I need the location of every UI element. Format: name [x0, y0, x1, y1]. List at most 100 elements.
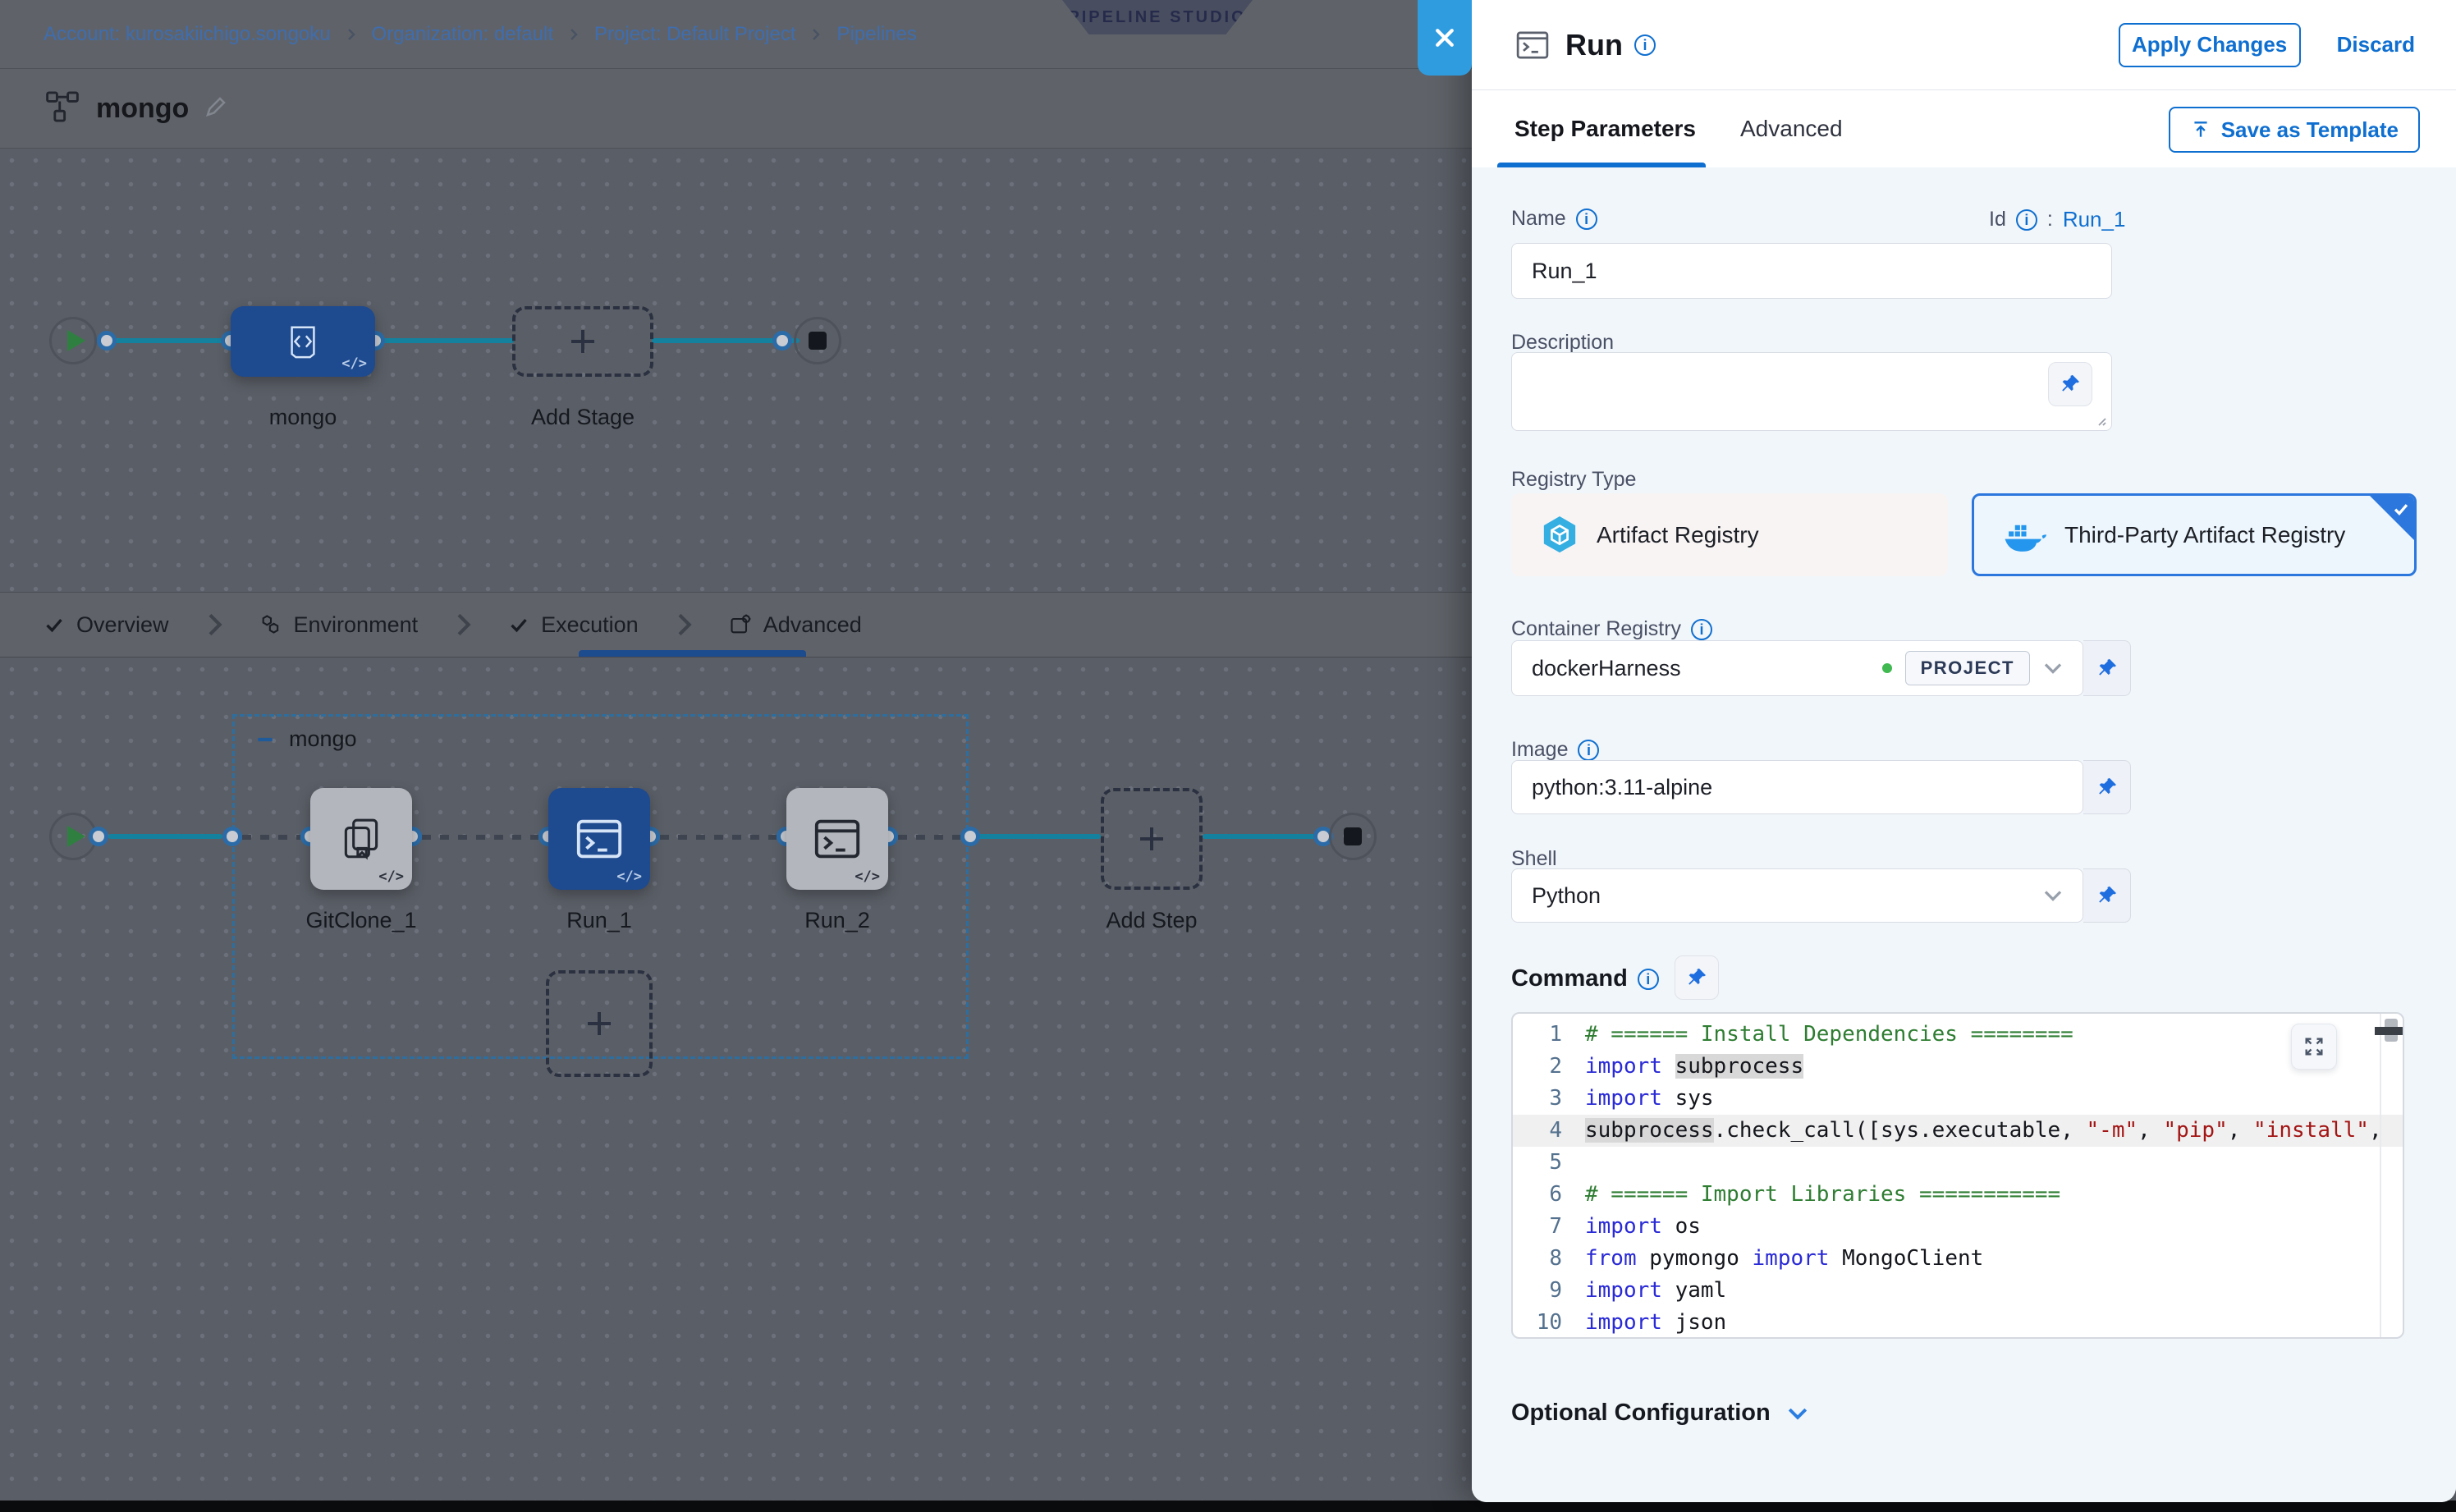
tab-advanced[interactable]: Advanced [729, 612, 862, 638]
info-icon[interactable] [2016, 209, 2037, 231]
code-badge: </> [341, 355, 367, 372]
step-config-panel: Run Apply Changes Discard Step Parameter… [1472, 0, 2456, 1502]
execution-canvas: mongo </> [0, 657, 1472, 1512]
connector-line [373, 338, 514, 343]
command-editor[interactable]: 1# ====== Install Dependencies ========2… [1511, 1012, 2404, 1339]
registry-type-label: Registry Type [1511, 468, 1636, 492]
check-icon [508, 616, 529, 634]
close-panel-button[interactable] [1418, 0, 1472, 76]
panel-title: Run [1565, 28, 1623, 62]
tab-step-parameters[interactable]: Step Parameters [1510, 90, 1701, 167]
execution-end-node[interactable] [1329, 813, 1377, 860]
step-label-run1: Run_1 [517, 908, 681, 933]
add-step-button[interactable] [1101, 788, 1203, 890]
pipeline-title: mongo [96, 93, 189, 125]
tab-execution-label: Execution [541, 612, 639, 638]
edit-pencil-icon[interactable] [204, 94, 228, 123]
apply-changes-button[interactable]: Apply Changes [2119, 23, 2301, 67]
chevron-down-icon[interactable] [2043, 662, 2063, 675]
info-icon[interactable] [1638, 969, 1659, 990]
registry-option-third-party[interactable]: Third-Party Artifact Registry [1972, 493, 2417, 576]
connector-status-dot [1882, 663, 1892, 673]
stop-icon [1344, 827, 1362, 845]
info-icon[interactable] [1691, 619, 1712, 640]
shell-pin-button[interactable] [2083, 868, 2131, 923]
pipeline-header: mongo VISUAL YAML [0, 69, 1472, 149]
pushpin-icon [2096, 657, 2119, 680]
code-line: 6# ====== Import Libraries =========== [1513, 1179, 2403, 1211]
pipeline-graph-icon [45, 89, 80, 128]
connector-port [97, 331, 117, 351]
add-parallel-step-button[interactable] [546, 970, 653, 1077]
pipeline-end-node[interactable] [794, 317, 841, 364]
pipeline-studio-screen: Account: kurosakiichigo.songoku Organiza… [0, 0, 2456, 1512]
container-registry-label-text: Container Registry [1511, 617, 1681, 641]
step-group-header[interactable]: mongo [254, 726, 357, 752]
tab-execution[interactable]: Execution [508, 612, 639, 638]
connector-port [222, 827, 242, 846]
editor-scrollbar-track [2380, 1014, 2381, 1337]
code-badge: </> [616, 868, 642, 885]
optional-configuration-label: Optional Configuration [1511, 1400, 1771, 1427]
code-line: 2import subprocess [1513, 1051, 2403, 1083]
tab-advanced-label: Advanced [763, 612, 862, 638]
save-as-template-button[interactable]: Save as Template [2169, 107, 2420, 153]
registry-option-artifact-label: Artifact Registry [1597, 522, 1759, 548]
add-stage-button[interactable] [512, 306, 653, 377]
container-registry-pin-button[interactable] [2083, 640, 2131, 696]
pipeline-start-node[interactable] [49, 317, 97, 364]
optional-configuration-toggle[interactable]: Optional Configuration [1511, 1400, 1808, 1427]
info-icon[interactable] [1578, 740, 1599, 761]
image-label: Image [1511, 738, 1599, 762]
collapse-minus-icon[interactable] [254, 729, 276, 750]
breadcrumb-account-link[interactable]: Account: kurosakiichigo.songoku [44, 23, 331, 46]
step-label-gitclone: GitClone_1 [279, 908, 443, 933]
dashed-connector [898, 835, 960, 840]
image-pin-button[interactable] [2083, 760, 2131, 814]
chevron-down-icon [2043, 889, 2063, 902]
description-textarea[interactable] [1511, 352, 2112, 431]
shell-select[interactable]: Python [1511, 868, 2083, 923]
breadcrumb-project-link[interactable]: Project: Default Project [594, 23, 795, 46]
code-line: 7import os [1513, 1211, 2403, 1243]
info-icon[interactable] [1576, 208, 1597, 230]
bottom-edge-bar [0, 1501, 2456, 1512]
tab-overview[interactable]: Overview [44, 612, 169, 638]
step-node-gitclone[interactable]: </> [310, 788, 412, 890]
name-input[interactable]: Run_1 [1511, 243, 2112, 299]
description-pin-button[interactable] [2048, 362, 2092, 406]
info-icon[interactable] [1634, 34, 1656, 56]
command-pin-button[interactable] [1675, 955, 1719, 1000]
stage-canvas: </> mongo Add Stage [0, 149, 1472, 592]
stop-icon [809, 332, 827, 350]
hexagons-icon [259, 613, 282, 636]
terminal-icon [574, 816, 625, 862]
tab-environment[interactable]: Environment [259, 612, 419, 638]
stage-node-mongo[interactable]: </> [231, 306, 375, 377]
step-node-run2[interactable]: </> [786, 788, 888, 890]
name-input-value: Run_1 [1532, 259, 1597, 284]
code-badge: </> [378, 868, 404, 885]
discard-button[interactable]: Discard [2332, 31, 2420, 58]
scope-badge: PROJECT [1905, 651, 2030, 685]
container-registry-input[interactable]: dockerHarness PROJECT [1511, 640, 2083, 696]
container-registry-label: Container Registry [1511, 617, 1712, 641]
tab-advanced-panel[interactable]: Advanced [1735, 90, 1848, 167]
connector-line [108, 834, 222, 839]
image-label-text: Image [1511, 738, 1568, 762]
step-node-run1-selected[interactable]: </> [548, 788, 650, 890]
id-display: Id : Run_1 [1989, 207, 2125, 232]
plus-icon [1135, 822, 1168, 855]
breadcrumb-pipelines-link[interactable]: Pipelines [836, 23, 916, 46]
registry-option-artifact[interactable]: Artifact Registry [1511, 493, 1948, 576]
image-input[interactable]: python:3.11-alpine [1511, 760, 2083, 814]
code-line: 5 [1513, 1147, 2403, 1179]
active-tab-underline [579, 650, 806, 657]
resize-handle-icon[interactable] [2094, 414, 2107, 427]
code-line: 9import yaml [1513, 1275, 2403, 1307]
chevron-right-icon [675, 612, 693, 637]
artifact-registry-icon [1541, 515, 1579, 556]
breadcrumb-org-link[interactable]: Organization: default [372, 23, 553, 46]
git-clone-icon [337, 815, 385, 863]
editor-expand-button[interactable] [2291, 1024, 2337, 1070]
